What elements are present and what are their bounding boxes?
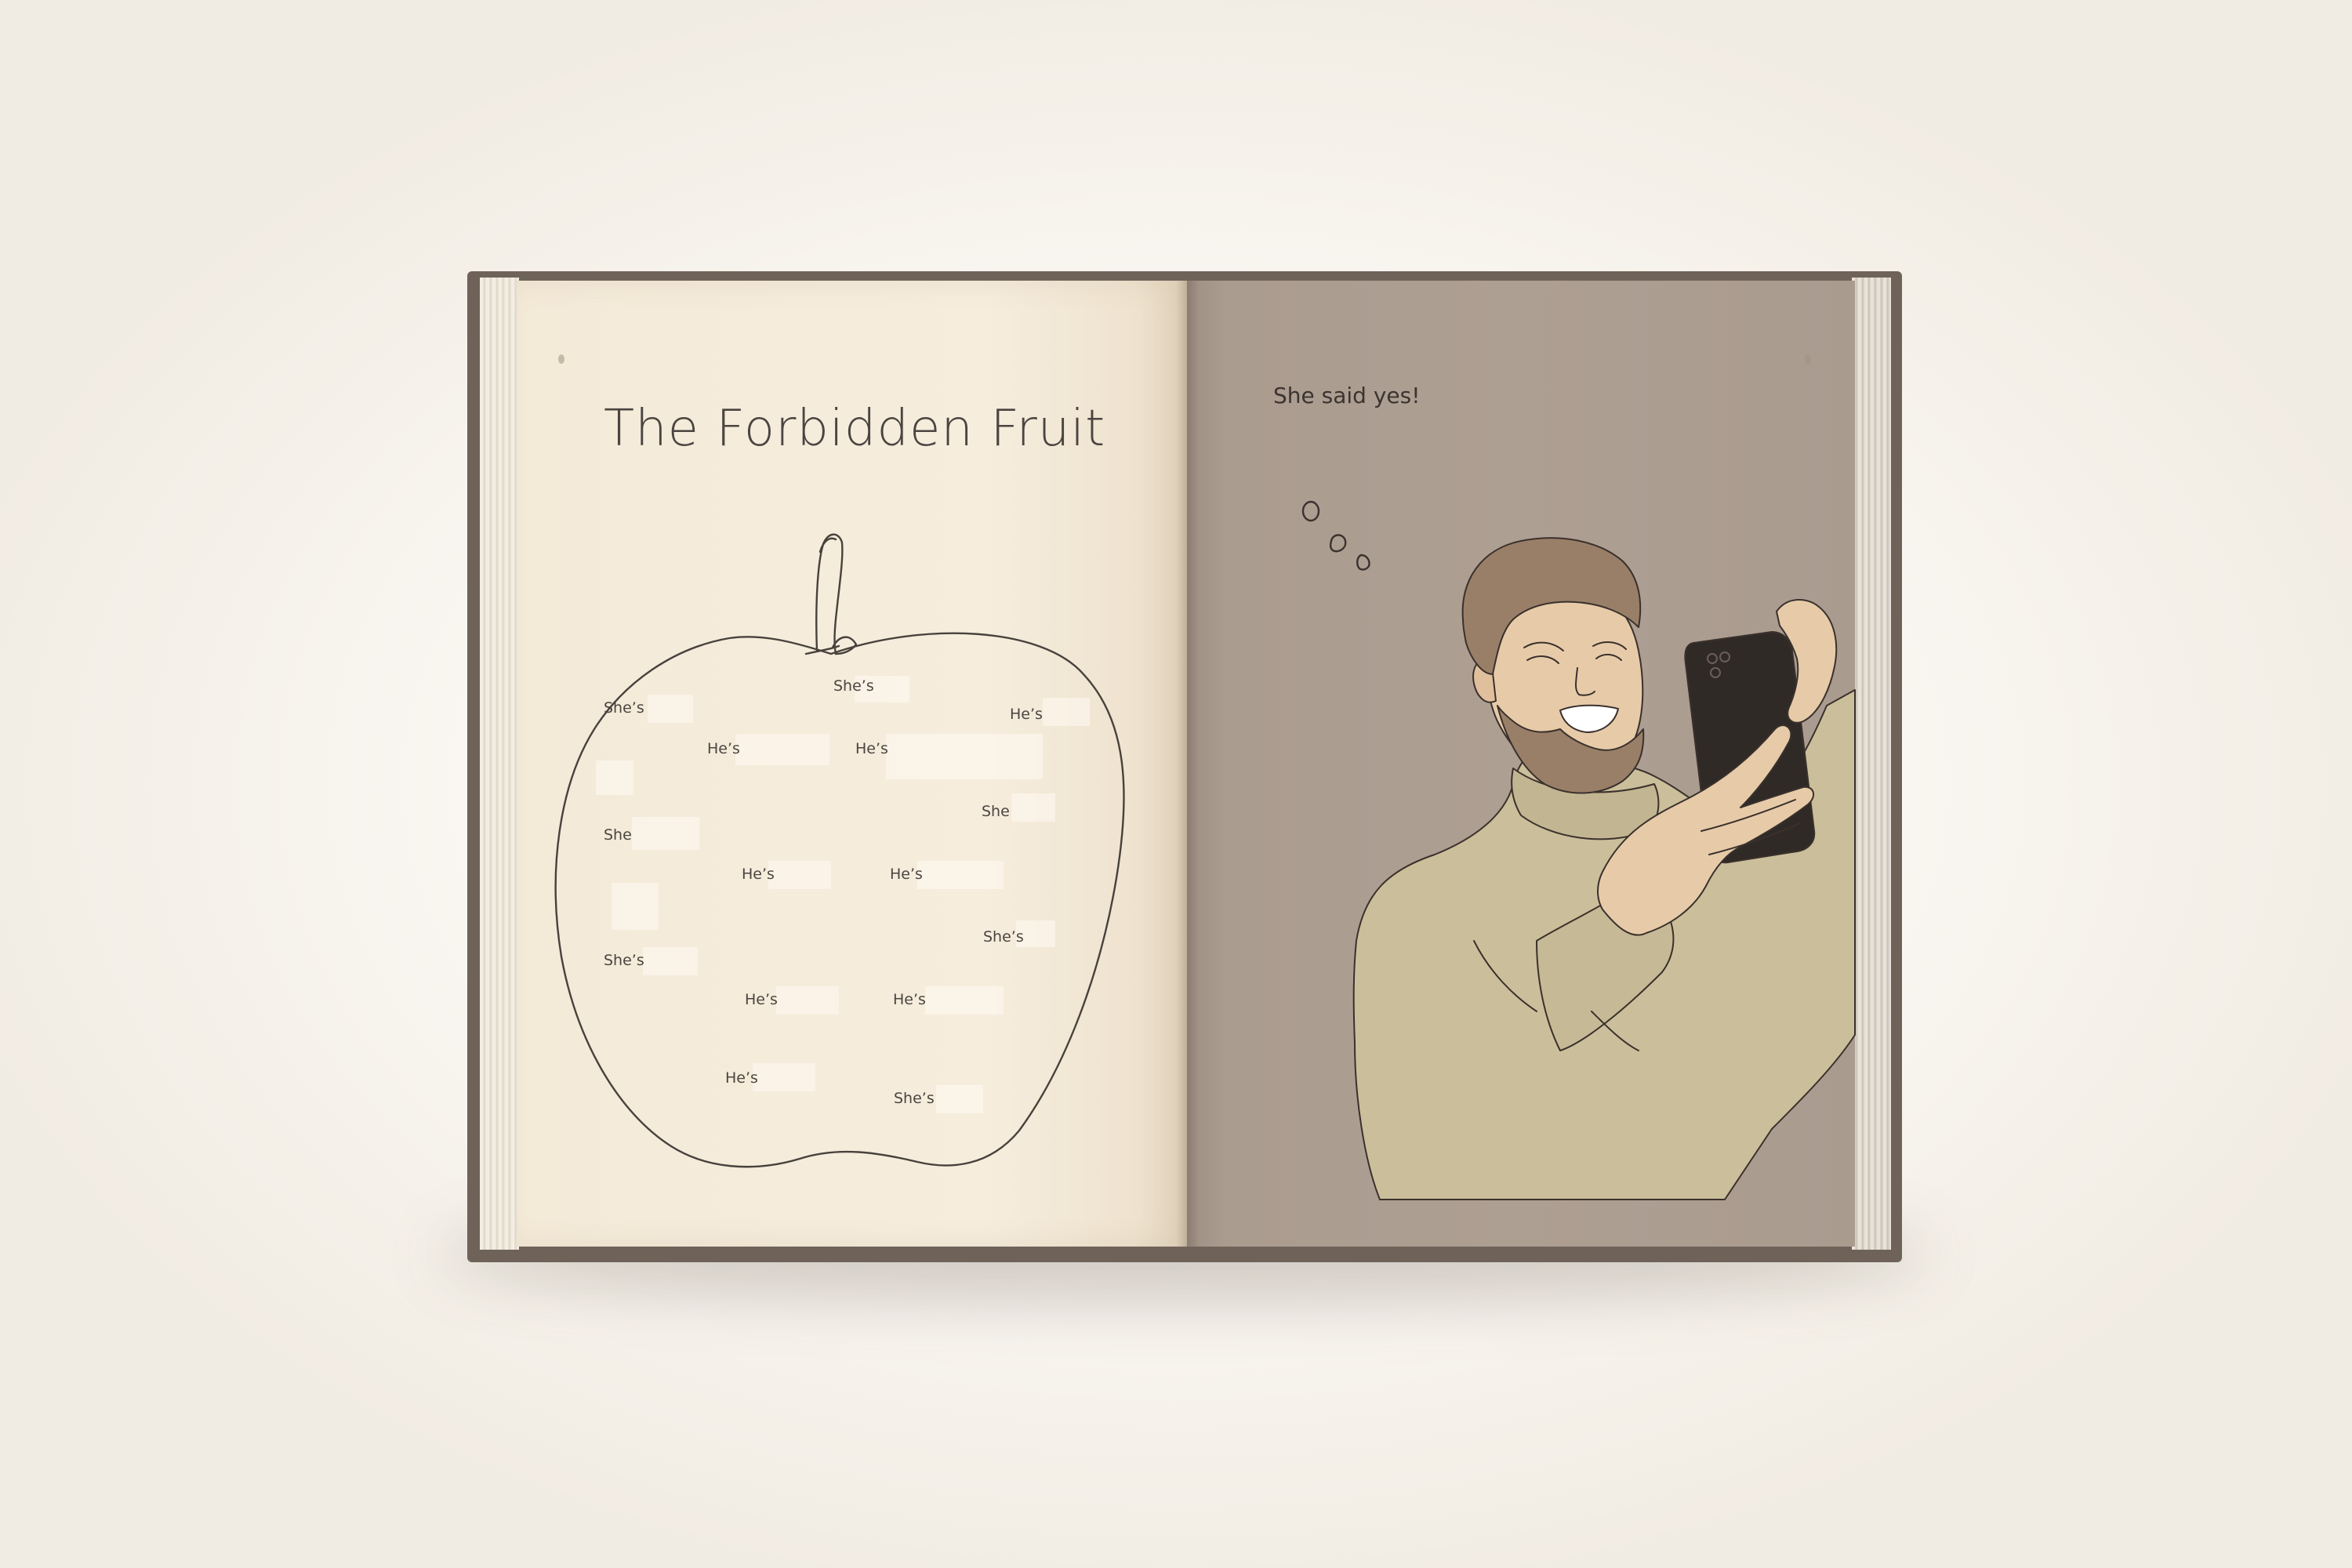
thought-bubbles-icon [1301, 500, 1370, 571]
man-with-phone-illustration [1352, 537, 1856, 1200]
apple-outline-icon [554, 533, 1125, 1168]
illustrations [554, 500, 1856, 1200]
open-book: The Forbidden Fruit She’s She’s He’s He’… [0, 0, 2352, 1568]
